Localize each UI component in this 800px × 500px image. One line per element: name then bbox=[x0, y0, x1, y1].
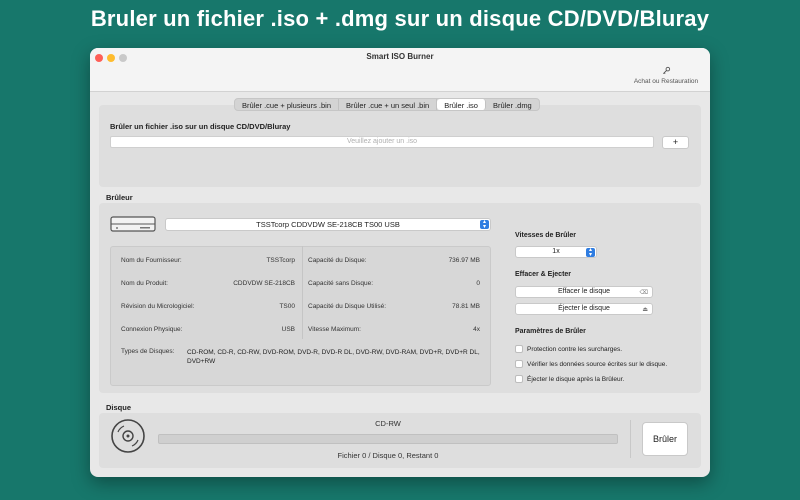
erase-disc-button[interactable]: Effacer le disque ⌫ bbox=[515, 286, 653, 298]
burn-progress-bar bbox=[158, 434, 618, 444]
speed-select[interactable]: 1x ▴ ▾ bbox=[515, 246, 597, 258]
option-overburn[interactable]: Protection contre les surcharges. bbox=[515, 345, 622, 355]
disc-icon bbox=[111, 419, 145, 453]
verify-label: Vérifier les données source écrites sur … bbox=[527, 361, 668, 368]
no-disc-capacity-label: Capacité sans Disque: bbox=[308, 280, 374, 287]
vendor-value: TSSTcorp bbox=[266, 257, 295, 264]
product-value: CDDVDW SE-218CB bbox=[233, 280, 295, 287]
burner-section-title: Brûleur bbox=[106, 193, 133, 202]
select-arrows-icon: ▴ ▾ bbox=[480, 219, 489, 230]
eject-after-label: Éjecter le disque après la Brûleur. bbox=[527, 376, 625, 383]
no-disc-capacity-value: 0 bbox=[476, 280, 480, 287]
drive-select[interactable]: TSSTcorp CDDVDW SE-218CB TS00 USB ▴ ▾ bbox=[165, 218, 491, 231]
disc-types-value: CD-ROM, CD-R, CD-RW, DVD-ROM, DVD-R, DVD… bbox=[187, 349, 480, 365]
iso-file-field[interactable]: Veuillez ajouter un .iso bbox=[110, 136, 654, 148]
vendor-label: Nom du Fournisseur: bbox=[121, 257, 182, 264]
disc-status: Fichier 0 / Disque 0, Restant 0 bbox=[337, 451, 439, 460]
burn-mode-tabs: Brûler .cue + plusieurs .bin Brûler .cue… bbox=[234, 98, 540, 111]
key-icon bbox=[662, 66, 670, 74]
disc-section-title: Disque bbox=[106, 403, 132, 412]
eraser-icon: ⌫ bbox=[639, 290, 648, 296]
eject-icon: ⏏ bbox=[642, 307, 648, 313]
overburn-checkbox[interactable] bbox=[515, 345, 523, 354]
purchase-restore-label: Achat ou Restauration bbox=[633, 78, 699, 85]
disc-types-label: Types de Disques: bbox=[121, 348, 175, 355]
window-title: Smart ISO Burner bbox=[366, 52, 434, 61]
tab-iso[interactable]: Brûler .iso bbox=[437, 99, 486, 110]
overburn-label: Protection contre les surcharges. bbox=[527, 346, 623, 353]
disc-type: CD-RW bbox=[375, 419, 401, 428]
eject-disc-button[interactable]: Éjecter le disque ⏏ bbox=[515, 303, 653, 315]
verify-checkbox[interactable] bbox=[515, 360, 523, 369]
firmware-value: TS00 bbox=[279, 303, 295, 310]
firmware-label: Révision du Micrologiciel: bbox=[121, 303, 195, 310]
info-divider bbox=[302, 246, 303, 339]
connection-label: Connexion Physique: bbox=[121, 326, 183, 333]
select-arrows-icon: ▴ ▾ bbox=[586, 247, 595, 258]
purchase-restore-button[interactable]: Achat ou Restauration bbox=[628, 66, 704, 85]
iso-section-title: Brûler un fichier .iso sur un disque CD/… bbox=[110, 122, 291, 131]
tab-cue-single-bin[interactable]: Brûler .cue + un seul .bin bbox=[339, 99, 438, 110]
drive-select-value: TSSTcorp CDDVDW SE-218CB TS00 USB bbox=[256, 220, 400, 229]
max-speed-value: 4x bbox=[473, 326, 480, 333]
option-verify[interactable]: Vérifier les données source écrites sur … bbox=[515, 360, 667, 370]
connection-value: USB bbox=[281, 326, 295, 333]
product-label: Nom du Produit: bbox=[121, 280, 168, 287]
erase-eject-title: Effacer & Ejecter bbox=[515, 271, 572, 278]
eject-after-checkbox[interactable] bbox=[515, 375, 523, 384]
tab-cue-multi-bin[interactable]: Brûler .cue + plusieurs .bin bbox=[235, 99, 340, 110]
max-speed-label: Vitesse Maximum: bbox=[308, 326, 361, 333]
banner-title: Bruler un fichier .iso + .dmg sur un dis… bbox=[90, 6, 710, 31]
used-capacity-label: Capacité du Disque Utilisé: bbox=[308, 303, 387, 310]
speed-select-value: 1x bbox=[552, 248, 560, 255]
option-eject-after[interactable]: Éjecter le disque après la Brûleur. bbox=[515, 375, 624, 385]
tab-dmg[interactable]: Brûler .dmg bbox=[486, 99, 539, 110]
add-iso-button[interactable]: + bbox=[662, 136, 689, 149]
used-capacity-value: 78.81 MB bbox=[452, 303, 480, 310]
erase-disc-label: Effacer le disque bbox=[557, 288, 610, 295]
disc-capacity-value: 736.97 MB bbox=[448, 257, 480, 264]
speed-title: Vitesses de Brûler bbox=[515, 232, 576, 239]
burn-params-title: Paramètres de Brûler bbox=[515, 328, 586, 335]
eject-disc-label: Éjecter le disque bbox=[558, 305, 610, 312]
disc-divider bbox=[630, 420, 631, 458]
title-bar: Smart ISO Burner Achat ou Restauration bbox=[90, 48, 710, 92]
disc-capacity-label: Capacité du Disque: bbox=[308, 257, 367, 264]
burn-button[interactable]: Brûler bbox=[642, 422, 688, 456]
optical-drive-icon bbox=[110, 216, 156, 232]
app-window: Smart ISO Burner Achat ou Restauration B… bbox=[90, 48, 710, 477]
